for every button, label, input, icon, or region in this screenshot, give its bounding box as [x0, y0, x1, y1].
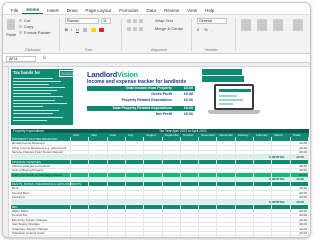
clipboard-group-label: Clipboard [25, 48, 41, 52]
summary-row: Property Related Expenditure £0.00 [87, 98, 195, 103]
subtotal-value: £0.00 [296, 177, 304, 181]
subtotal-row: SUBTOTAL £0.00 [11, 199, 309, 204]
bold-button[interactable]: B [65, 27, 68, 32]
insert-cells-icon[interactable] [293, 19, 303, 31]
comma-button[interactable]: , [211, 27, 212, 32]
ribbon-tabs: File Home Insert Draw Page Layout Formulas Dat… [3, 3, 310, 14]
merge-centre-button[interactable]: Merge & Centre [155, 26, 183, 31]
format-painter-icon[interactable] [19, 31, 22, 34]
align-bottom-icon[interactable] [139, 19, 143, 23]
align-top-icon[interactable] [127, 19, 131, 23]
align-center-icon[interactable] [133, 27, 137, 31]
format-painter-button[interactable]: Format Painter [24, 30, 50, 35]
summary-label: Total Income from Property [125, 86, 172, 90]
tab-home[interactable]: Home [22, 7, 44, 14]
subtotal-value: £0.00 [296, 199, 304, 204]
tracker-subtitle: Income and expense tracker for landlords [87, 79, 187, 85]
summary-row: Total Income from Property £0.00 [87, 86, 195, 91]
tax-bands-panel: Tax bands for 2022/23 [11, 69, 78, 125]
expense-row-label[interactable]: Broadband Costs [12, 236, 35, 238]
copy-icon[interactable] [19, 25, 22, 28]
number-format-select[interactable]: General [197, 18, 227, 24]
alignment-group-label: Alignment [151, 48, 167, 52]
summary-row: Net Profit £0.00 [87, 112, 195, 117]
section-header: RENTS, RATES, INSURANCE & GROUND RENTS [11, 182, 309, 186]
subtotal-row: SUBTOTAL £0.00 [11, 154, 309, 159]
summary-value: £0.00 [184, 86, 193, 90]
sheet-content: Tax bands for 2022/23 LandlordVision Inc… [10, 68, 310, 238]
italic-button[interactable]: I [71, 27, 72, 32]
copy-button[interactable]: Copy [24, 24, 33, 29]
summary-value: £0.00 [184, 112, 193, 116]
number-group-label: Number [205, 48, 218, 52]
underline-button[interactable]: U [76, 27, 79, 32]
summary-label: Gross Profit [151, 92, 172, 96]
font-group-label: Font [85, 48, 93, 52]
fx-label: fx [43, 55, 47, 60]
align-middle-icon[interactable] [133, 19, 137, 23]
cut-icon[interactable] [19, 19, 22, 22]
summary-label: Property Related Expenditure [121, 98, 172, 102]
landlordvision-logo: LandlordVision [87, 70, 138, 79]
name-box[interactable]: AF11 [6, 55, 36, 62]
summary-value: £0.00 [184, 98, 193, 102]
subtotal-row: SUBTOTAL £0.00 [11, 177, 309, 181]
font-color-icon[interactable] [99, 28, 104, 32]
tax-bands-title: Tax bands for [13, 70, 41, 75]
worksheet-grid[interactable]: Tax bands for 2022/23 LandlordVision Inc… [3, 63, 310, 238]
paste-button[interactable]: Paste [6, 32, 16, 37]
summary-row: Total Property Related Expenditure £0.00 [87, 106, 195, 111]
excel-window: File Home Insert Draw Page Layout Formulas Dat… [2, 2, 311, 238]
fill-color-icon[interactable] [91, 28, 96, 32]
laptop-illustration [206, 84, 262, 120]
column-headers[interactable] [3, 63, 310, 67]
subtotal-value: £0.00 [296, 154, 304, 159]
summary-value: £0.00 [184, 92, 193, 96]
summary-label: Total Property Related Expenditure [112, 106, 172, 110]
formula-bar: AF11 fx [3, 54, 310, 63]
paste-icon[interactable] [7, 19, 15, 30]
row-total[interactable]: £0.00 [299, 236, 307, 238]
currency-button[interactable]: £ [197, 27, 199, 32]
tax-year-badge[interactable]: 2022/23 [59, 70, 78, 77]
cell-styles-icon[interactable] [273, 19, 283, 31]
summary-row: Gross Profit £0.00 [87, 92, 195, 97]
promo-button-1[interactable] [202, 69, 242, 75]
summary-label: Net Profit [155, 112, 172, 116]
percent-button[interactable]: % [204, 27, 208, 32]
format-as-table-icon[interactable] [257, 19, 267, 31]
font-size-select[interactable]: 11 [101, 18, 111, 24]
align-right-icon[interactable] [139, 27, 143, 31]
font-name-select[interactable]: Roboto [65, 18, 99, 24]
borders-icon[interactable] [83, 28, 87, 32]
section-header: PROPERTY INCOME RECEIVED [11, 137, 309, 141]
conditional-formatting-icon[interactable] [241, 19, 251, 31]
promo-button-2[interactable] [202, 76, 244, 82]
section-header: Bills [11, 204, 309, 209]
row-headers[interactable] [3, 67, 9, 237]
section-header: FINANCE CHARGES [11, 159, 309, 164]
summary-value: £0.00 [184, 106, 193, 110]
ribbon: Paste Cut Copy Format Painter Clipboard … [3, 14, 310, 54]
wrap-text-button[interactable]: Wrap Text [155, 18, 173, 23]
cut-button[interactable]: Cut [24, 18, 30, 23]
align-left-icon[interactable] [127, 27, 131, 31]
